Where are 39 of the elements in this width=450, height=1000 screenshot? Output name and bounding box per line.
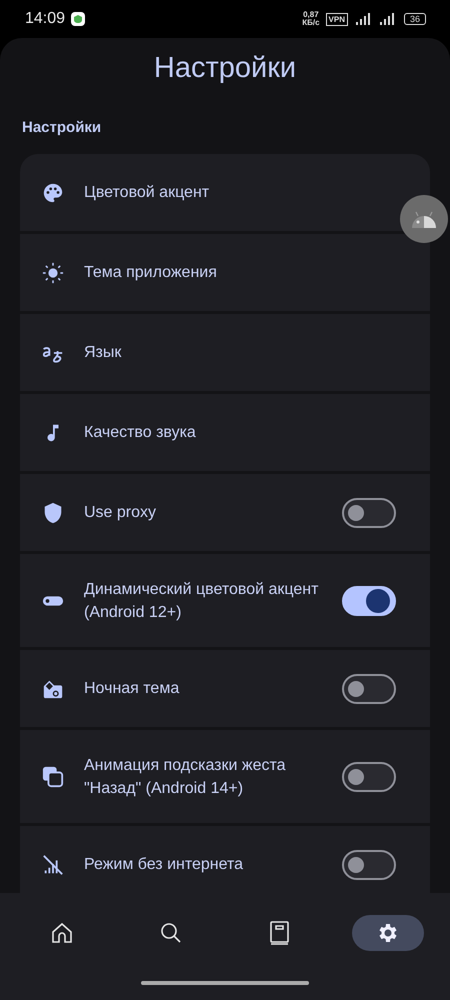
shield-icon — [42, 502, 64, 524]
settings-button[interactable] — [352, 915, 424, 951]
section-label: Настройки — [22, 119, 102, 136]
setting-label: Анимация подсказки жеста "Назад" (Android 14+) — [84, 756, 287, 798]
vpn-indicator: VPN — [326, 12, 348, 26]
copy-icon — [42, 766, 64, 788]
setting-label: Use proxy — [84, 503, 158, 523]
setting-label: Тема приложения — [84, 263, 218, 283]
book-icon — [268, 921, 290, 945]
setting-label: Режим без интернета — [84, 855, 244, 875]
palette-icon — [42, 182, 64, 204]
settings-row[interactable]: Язык — [20, 314, 430, 391]
toggle-switch[interactable] — [342, 850, 396, 880]
status-time: 14:09 — [25, 10, 66, 28]
page-title: Настройки — [152, 52, 298, 85]
setting-label: Ночная тема — [84, 679, 180, 699]
toggle-switch[interactable] — [342, 674, 396, 704]
settings-row[interactable]: Use proxy — [20, 474, 430, 551]
no-signal-icon — [42, 854, 64, 876]
setting-label: Цветовой акцент — [84, 183, 210, 203]
toggle-switch[interactable] — [342, 498, 396, 528]
settings-row[interactable]: Качество звука — [20, 394, 430, 471]
setting-label: Язык — [84, 343, 122, 363]
toggle-switch[interactable] — [342, 586, 396, 616]
network-speed: 0,87 КБ/с — [302, 11, 320, 27]
setting-label: Динамический цветовой акцент (Android 12+) — [84, 580, 320, 622]
settings-row[interactable]: Ночная тема — [20, 650, 430, 727]
shield-icon — [71, 12, 86, 26]
settings-row[interactable]: Анимация подсказки жеста "Назад" (Android 14+) — [20, 730, 430, 823]
settings-row[interactable]: Динамический цветовой акцент (Android 12+) — [20, 554, 430, 647]
settings-row[interactable]: Тема приложения — [20, 234, 430, 311]
search-icon — [158, 921, 183, 945]
battery-level: 36 — [404, 13, 426, 25]
setting-label: Качество звука — [84, 423, 197, 443]
sun-icon — [42, 262, 64, 284]
home-icon — [50, 921, 74, 945]
toggle-switch[interactable] — [342, 762, 396, 792]
settings-row[interactable]: Режим без интернета — [20, 826, 430, 893]
settings-row[interactable]: Цветовой акцент — [20, 154, 430, 231]
